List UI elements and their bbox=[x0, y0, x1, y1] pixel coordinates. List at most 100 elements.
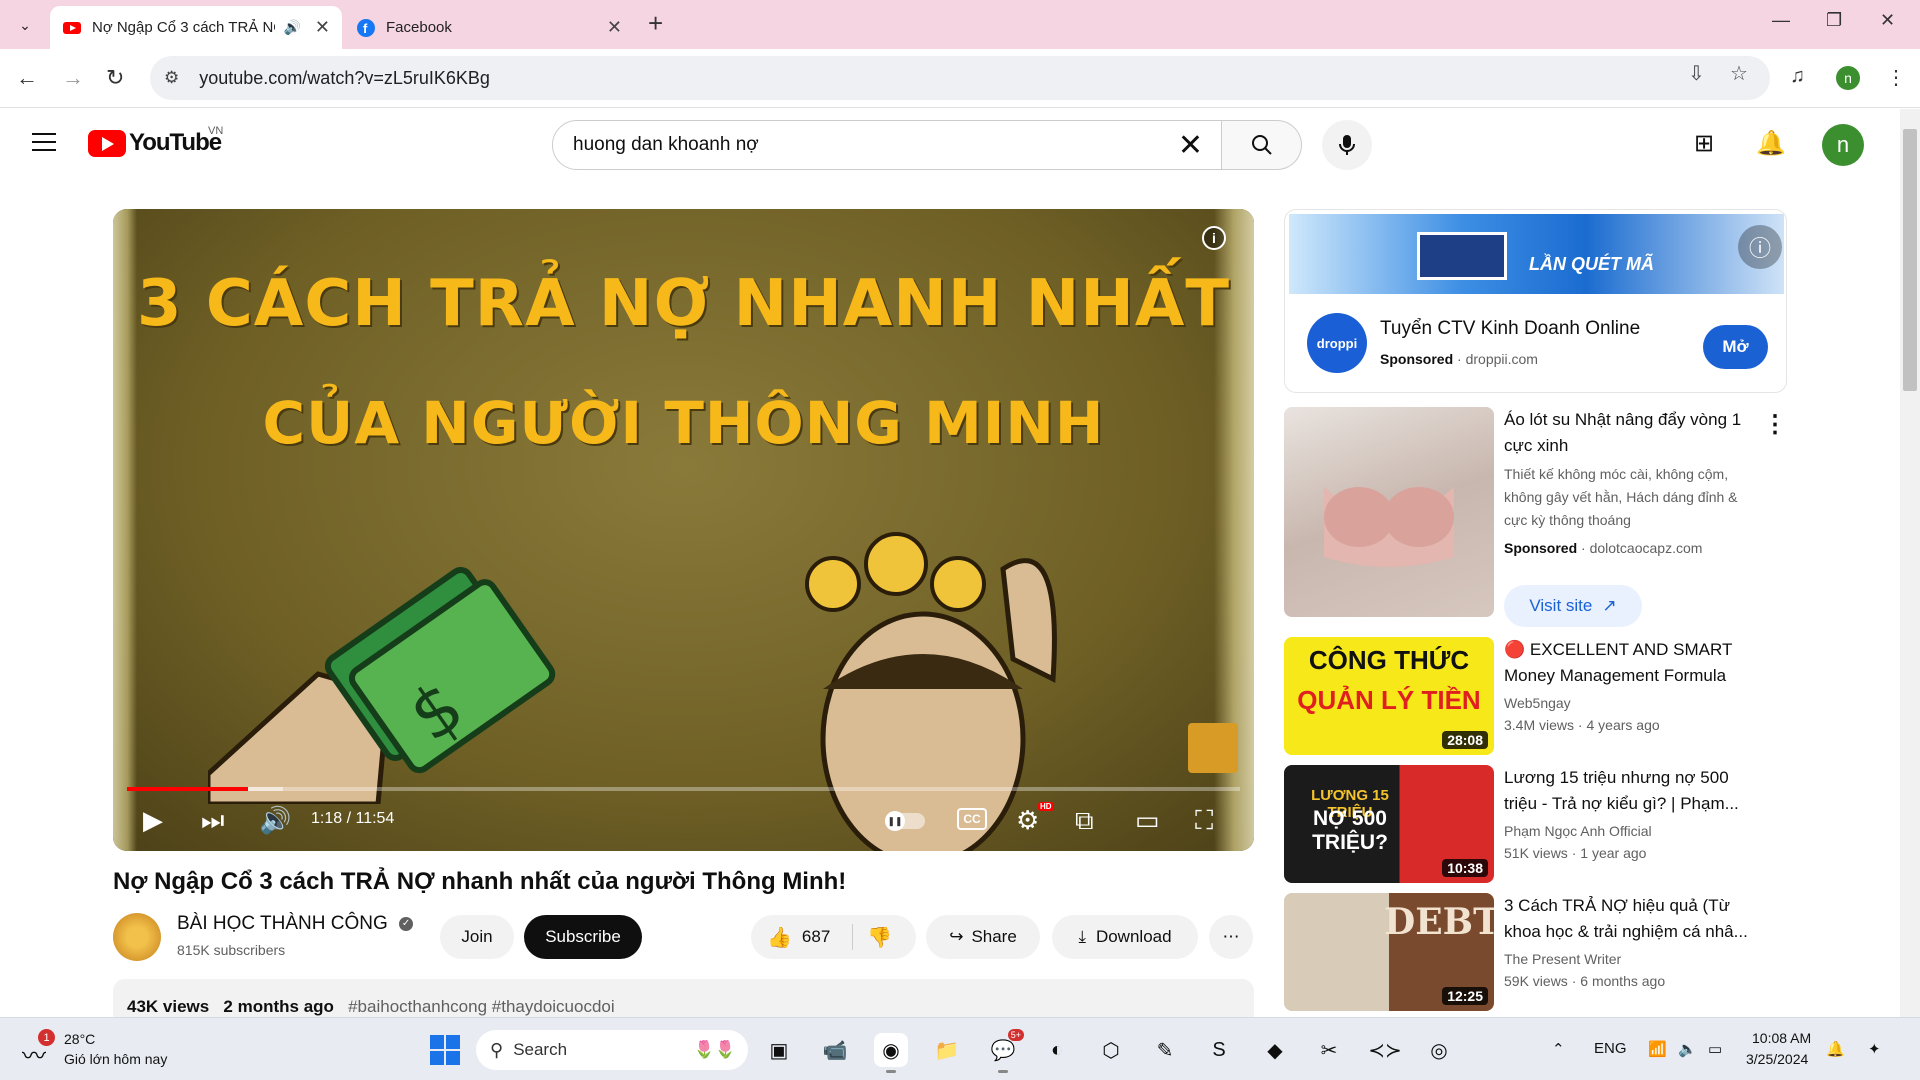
tab-search-button[interactable]: ⌄ bbox=[10, 10, 40, 40]
play-icon[interactable]: ▶ bbox=[143, 805, 163, 836]
close-window-icon[interactable]: ✕ bbox=[1880, 10, 1895, 31]
paint-app-icon[interactable]: ✎ bbox=[1148, 1033, 1182, 1067]
site-info-icon[interactable]: ⚙ bbox=[164, 68, 179, 88]
zalo-app-icon[interactable]: 💬 5+ bbox=[986, 1029, 1024, 1073]
restore-icon[interactable]: ❐ bbox=[1826, 10, 1842, 31]
ad-info-icon[interactable]: ⓘ bbox=[1738, 225, 1782, 269]
recommended-video-title[interactable]: Lương 15 triệu nhưng nợ 500 triệu - Trả … bbox=[1504, 765, 1764, 817]
next-video-icon[interactable]: ⏭ bbox=[201, 805, 224, 837]
taskbar-time[interactable]: 10:08 AM bbox=[1752, 1030, 1811, 1046]
share-button[interactable]: ↪ Share bbox=[926, 915, 1040, 959]
sponsored-item-title[interactable]: Áo lót su Nhật nâng đẩy vòng 1 cực xinh bbox=[1504, 407, 1764, 459]
windows-start-icon[interactable] bbox=[430, 1035, 460, 1065]
copilot-icon[interactable]: ✦ bbox=[1868, 1040, 1881, 1058]
subscribe-button[interactable]: Subscribe bbox=[524, 915, 642, 959]
chrome-profile-icon[interactable]: ◎ bbox=[1422, 1033, 1456, 1067]
advertiser-logo[interactable]: droppi bbox=[1307, 313, 1367, 373]
meet-app-icon[interactable]: 📹 bbox=[818, 1033, 852, 1067]
clear-search-icon[interactable]: ✕ bbox=[1178, 128, 1203, 163]
video-player[interactable]: 3 CÁCH TRẢ NỢ NHANH NHẤT CỦA NGƯỜI THÔNG… bbox=[113, 209, 1254, 851]
ad-banner-image[interactable]: LẦN QUÉT MÃ bbox=[1289, 214, 1784, 294]
recommended-channel[interactable]: Web5ngay bbox=[1504, 693, 1764, 714]
voice-search-button[interactable] bbox=[1322, 120, 1372, 170]
ad-title[interactable]: Tuyển CTV Kinh Doanh Online bbox=[1380, 318, 1640, 340]
bookmark-star-icon[interactable]: ☆ bbox=[1730, 61, 1748, 86]
channel-name-row[interactable]: BÀI HỌC THÀNH CÔNG ✓ bbox=[177, 913, 414, 935]
task-view-icon[interactable]: ▣ bbox=[762, 1033, 796, 1067]
url-text[interactable]: youtube.com/watch?v=zL5ruIK6KBg bbox=[199, 68, 490, 89]
join-button[interactable]: Join bbox=[440, 915, 514, 959]
ad-open-button[interactable]: Mở bbox=[1703, 325, 1768, 369]
language-indicator[interactable]: ENG bbox=[1594, 1040, 1627, 1057]
wifi-icon[interactable]: 📶 bbox=[1648, 1040, 1667, 1058]
sponsored-ad-card[interactable]: LẦN QUÉT MÃ ⓘ droppi Tuyển CTV Kinh Doan… bbox=[1284, 209, 1787, 393]
recommended-video[interactable]: CÔNG THỨC QUẢN LÝ TIỀN 28:08 🔴 EXCELLENT… bbox=[1284, 637, 1804, 755]
audio-playing-icon[interactable]: 🔊 bbox=[283, 19, 300, 36]
sublime-app-icon[interactable]: S bbox=[1202, 1033, 1236, 1067]
file-explorer-icon[interactable]: 📁 bbox=[930, 1033, 964, 1067]
tray-overflow-icon[interactable]: ⌃ bbox=[1552, 1040, 1565, 1058]
tab-facebook[interactable]: f Facebook ✕ bbox=[344, 6, 634, 49]
tab-youtube[interactable]: Nợ Ngập Cổ 3 cách TRẢ NỢ 🔊 ✕ bbox=[50, 6, 342, 49]
browser-profile-avatar[interactable]: n bbox=[1836, 66, 1860, 90]
visit-site-button[interactable]: Visit site ↗ bbox=[1504, 585, 1642, 627]
autoplay-toggle[interactable]: ❚❚ bbox=[885, 811, 925, 831]
search-query[interactable]: huong dan khoanh nợ bbox=[573, 134, 1178, 156]
video-thumbnail[interactable]: LƯƠNG 15 TRIỆU NỢ 500 TRIỆU? 10:38 bbox=[1284, 765, 1494, 883]
address-bar[interactable]: ⚙ youtube.com/watch?v=zL5ruIK6KBg bbox=[150, 56, 1770, 100]
back-icon[interactable]: ← bbox=[16, 65, 38, 91]
video-progress-bar[interactable] bbox=[127, 787, 1240, 791]
search-input[interactable]: huong dan khoanh nợ ✕ bbox=[552, 120, 1222, 170]
search-button[interactable] bbox=[1222, 120, 1302, 170]
new-tab-button[interactable]: + bbox=[648, 8, 663, 39]
reload-icon[interactable]: ↻ bbox=[106, 65, 124, 91]
close-tab-icon[interactable]: ✕ bbox=[315, 17, 330, 38]
media-control-icon[interactable]: ♫ bbox=[1790, 65, 1805, 88]
subtitles-button[interactable]: CC bbox=[957, 808, 987, 830]
notifications-bell-icon[interactable]: 🔔 bbox=[1756, 129, 1786, 158]
channel-name[interactable]: BÀI HỌC THÀNH CÔNG bbox=[177, 913, 388, 934]
remote-app-icon[interactable]: ⬡ bbox=[1094, 1033, 1128, 1067]
scrollbar-thumb[interactable] bbox=[1903, 129, 1917, 391]
miniplayer-icon[interactable]: ⧉ bbox=[1075, 805, 1094, 837]
recommended-video-title[interactable]: 3 Cách TRẢ NỢ hiệu quả (Từ khoa học & tr… bbox=[1504, 893, 1764, 945]
minimize-icon[interactable]: — bbox=[1772, 10, 1790, 31]
video-thumbnail[interactable]: CÔNG THỨC QUẢN LÝ TIỀN 28:08 bbox=[1284, 637, 1494, 755]
channel-avatar[interactable] bbox=[113, 913, 161, 961]
install-app-icon[interactable]: ⇩ bbox=[1688, 61, 1705, 86]
recommended-video-title[interactable]: 🔴 EXCELLENT AND SMART Money Management F… bbox=[1504, 637, 1764, 689]
like-icon[interactable]: 👍 bbox=[767, 925, 792, 950]
more-options-icon[interactable]: ⋮ bbox=[1763, 410, 1787, 439]
settings-gear-icon[interactable]: ⚙ bbox=[1016, 805, 1039, 836]
taskbar-date[interactable]: 3/25/2024 bbox=[1746, 1051, 1808, 1067]
download-button[interactable]: ⤓ Download bbox=[1052, 915, 1198, 959]
weather-description[interactable]: Gió lớn hôm nay bbox=[64, 1051, 167, 1067]
speaker-icon[interactable]: 🔈 bbox=[1678, 1040, 1697, 1058]
hashtags[interactable]: #baihocthanhcong #thaydoicuocdoi bbox=[348, 997, 615, 1016]
eclipse-app-icon[interactable]: ◐ bbox=[1040, 1033, 1074, 1067]
video-info-icon[interactable]: i bbox=[1202, 226, 1226, 250]
hamburger-menu-icon[interactable] bbox=[32, 133, 56, 151]
snipping-tool-icon[interactable]: ✂ bbox=[1312, 1033, 1346, 1067]
more-actions-button[interactable]: ⋯ bbox=[1209, 915, 1253, 959]
theater-mode-icon[interactable]: ▭ bbox=[1135, 805, 1160, 836]
sponsored-thumbnail[interactable] bbox=[1284, 407, 1494, 617]
dislike-icon[interactable]: 👎 bbox=[867, 925, 892, 950]
youtube-logo[interactable]: YouTube bbox=[88, 129, 222, 157]
battery-icon[interactable]: ▭ bbox=[1708, 1040, 1722, 1058]
vscode-app-icon[interactable]: ≺≻ bbox=[1368, 1033, 1402, 1067]
create-video-icon[interactable]: ⊞ bbox=[1694, 129, 1714, 158]
forward-icon[interactable]: → bbox=[62, 65, 84, 91]
video-thumbnail[interactable]: DEBT 12:25 bbox=[1284, 893, 1494, 1011]
taskbar-search[interactable]: ⚲ Search 🌷🌷 bbox=[476, 1030, 748, 1070]
weather-temperature[interactable]: 28°C bbox=[64, 1031, 95, 1047]
figma-app-icon[interactable]: ◆ bbox=[1258, 1033, 1292, 1067]
browser-menu-icon[interactable]: ⋮ bbox=[1886, 65, 1906, 90]
recommended-video[interactable]: DEBT 12:25 3 Cách TRẢ NỢ hiệu quả (Từ kh… bbox=[1284, 893, 1804, 1011]
recommended-video[interactable]: LƯƠNG 15 TRIỆU NỢ 500 TRIỆU? 10:38 Lương… bbox=[1284, 765, 1804, 883]
account-avatar[interactable]: n bbox=[1822, 124, 1864, 166]
close-tab-icon[interactable]: ✕ bbox=[607, 17, 622, 38]
channel-watermark-logo[interactable] bbox=[1188, 723, 1238, 773]
notification-bell-icon[interactable]: 🔔 bbox=[1826, 1040, 1845, 1058]
like-count[interactable]: 687 bbox=[802, 927, 830, 947]
